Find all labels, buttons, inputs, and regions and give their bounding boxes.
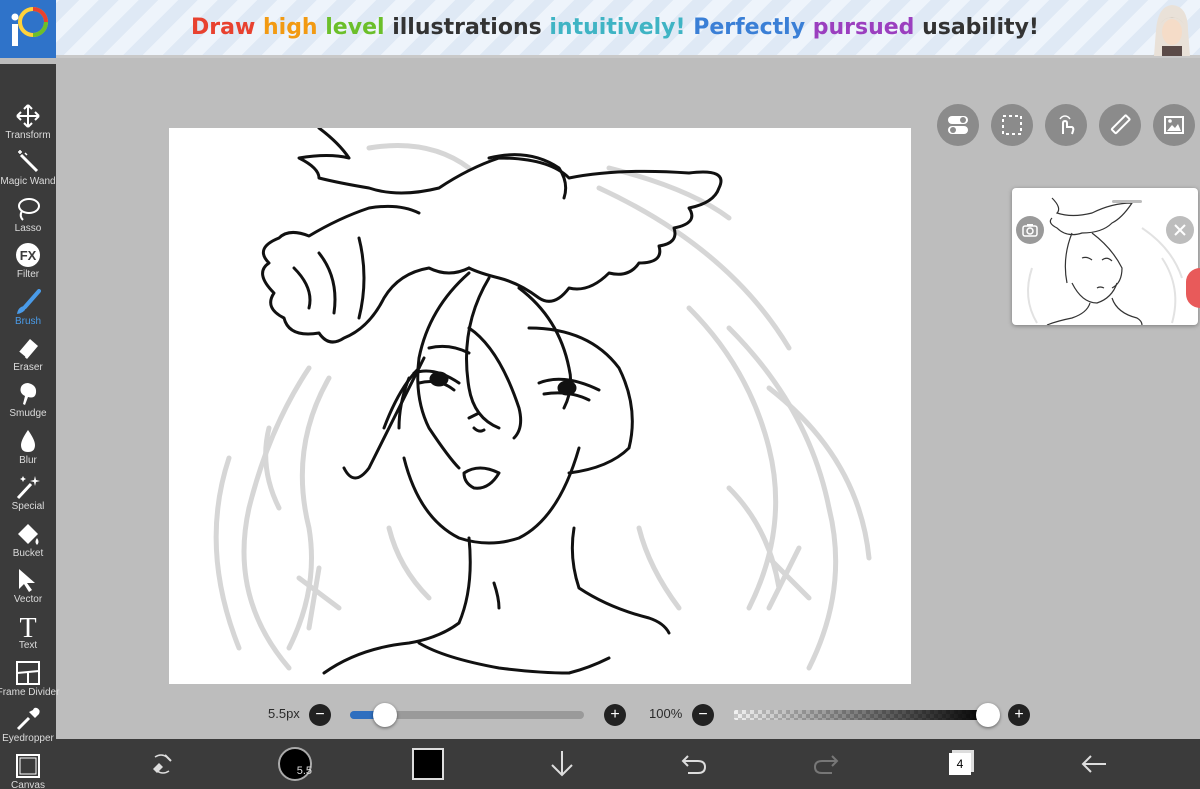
tool-filter[interactable]: FX Filter (0, 241, 56, 287)
bucket-icon (13, 520, 43, 548)
image-reference-icon[interactable] (1153, 104, 1195, 146)
magic-wand-icon (13, 148, 43, 176)
banner-character-image (1148, 0, 1194, 56)
tool-blur[interactable]: Blur (0, 427, 56, 473)
download-arrow-icon[interactable] (544, 746, 580, 782)
tool-label: Canvas (11, 779, 45, 789)
banner-word: pursued (812, 15, 923, 40)
tool-vector[interactable]: Vector (0, 566, 56, 612)
tool-transform[interactable]: Transform (0, 102, 56, 148)
undo-icon[interactable] (676, 746, 712, 782)
reference-edge-handle[interactable] (1186, 268, 1200, 308)
brush-icon (13, 288, 43, 316)
opacity-minus-button[interactable]: − (692, 704, 714, 726)
banner-word: Perfectly (693, 15, 813, 40)
tool-bucket[interactable]: Bucket (0, 520, 56, 566)
brush-size-thumb[interactable] (373, 703, 398, 727)
banner-word: illustrations (392, 15, 550, 40)
tool-eyedropper[interactable]: Eyedropper (0, 705, 56, 751)
ruler-icon[interactable] (1099, 104, 1141, 146)
brush-preview[interactable]: 5.5 (276, 746, 314, 782)
tool-label: Special (11, 501, 45, 513)
reference-thumbnail (1027, 197, 1183, 325)
move-arrows-icon (13, 102, 43, 130)
lasso-icon (13, 195, 43, 223)
tool-label: Transform (5, 130, 51, 141)
camera-icon[interactable] (1016, 216, 1044, 244)
banner-word: high (262, 15, 326, 40)
tool-sidebar: Transform Magic Wand Lasso FX Filter Brush Era… (0, 64, 60, 789)
opacity-label: 100% (649, 706, 683, 721)
eyedropper-icon (13, 705, 43, 733)
back-arrow-icon[interactable] (1076, 746, 1112, 782)
tool-label: Blur (19, 454, 37, 466)
size-minus-button[interactable]: − (309, 704, 331, 726)
close-icon[interactable] (1166, 216, 1194, 244)
tool-label: Brush (14, 315, 42, 327)
tool-label: Vector (13, 594, 43, 605)
tool-canvas[interactable]: Canvas (0, 752, 56, 789)
banner-word: level (325, 15, 393, 40)
layers-button[interactable]: 4 (942, 746, 978, 782)
ad-banner[interactable]: Draw high level illustrations intuitivel… (0, 0, 1200, 58)
sketch-layer (213, 143, 872, 671)
canvas-icon (13, 752, 43, 780)
tool-label: Text (18, 640, 38, 652)
tool-frame-divider[interactable]: Frame Divider (0, 659, 60, 705)
tool-label: Frame Divider (0, 686, 60, 698)
smudge-icon (13, 380, 43, 408)
banner-headline: Draw high level illustrations intuitivel… (150, 0, 1080, 56)
tool-label: Bucket (12, 547, 44, 559)
drawing-canvas[interactable] (169, 128, 911, 684)
touch-gesture-icon[interactable] (1045, 104, 1087, 146)
tool-text[interactable]: T Text (0, 612, 56, 658)
tool-smudge[interactable]: Smudge (0, 380, 56, 426)
ibispaint-window: Draw high level illustrations intuitivel… (0, 0, 1200, 789)
bottom-toolbar: 5.5 4 (56, 739, 1200, 789)
color-picker-button[interactable] (410, 746, 446, 782)
tool-label: Magic Wand (0, 176, 56, 188)
opacity-plus-button[interactable]: + (1008, 704, 1030, 726)
tool-label: Filter (16, 269, 40, 281)
reference-window[interactable] (1012, 188, 1198, 325)
tool-label: Smudge (9, 408, 47, 420)
brush-size-indicator: 5.5 (278, 747, 312, 781)
brush-size-label: 5.5px (268, 706, 300, 721)
app-logo (0, 0, 56, 58)
special-sparkle-icon (13, 473, 43, 501)
banner-word: Draw (191, 15, 263, 40)
tool-label: Lasso (14, 222, 42, 234)
selection-icon[interactable] (991, 104, 1033, 146)
banner-word: intuitively! (549, 15, 694, 40)
tool-brush[interactable]: Brush (0, 288, 56, 334)
text-icon: T (13, 612, 43, 640)
tool-swap-icon[interactable] (144, 746, 180, 782)
primary-color-swatch (412, 748, 444, 780)
tool-label: Eyedropper (2, 733, 54, 745)
svg-text:T: T (19, 613, 36, 639)
size-plus-button[interactable]: + (604, 704, 626, 726)
blur-drop-icon (13, 427, 43, 455)
brush-size-value: 5.5 (296, 765, 312, 777)
vector-cursor-icon (13, 566, 43, 594)
opacity-slider[interactable] (734, 710, 988, 720)
tool-eraser[interactable]: Eraser (0, 334, 56, 380)
fx-icon: FX (13, 241, 43, 269)
eraser-icon (13, 334, 43, 362)
tool-special[interactable]: Special (0, 473, 56, 519)
tool-magic-wand[interactable]: Magic Wand (0, 148, 56, 194)
opacity-thumb[interactable] (976, 703, 1000, 727)
tool-lasso[interactable]: Lasso (0, 195, 56, 241)
redo-icon[interactable] (808, 746, 844, 782)
svg-text:FX: FX (20, 248, 37, 263)
lineart-layer (261, 128, 723, 675)
frame-divider-icon (13, 659, 43, 687)
tool-label: Eraser (13, 362, 43, 373)
banner-word: usability! (922, 15, 1039, 40)
layer-count-badge: 4 (949, 753, 971, 775)
toggle-icon[interactable] (937, 104, 979, 146)
